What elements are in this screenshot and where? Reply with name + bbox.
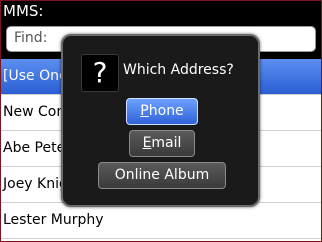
screen-title: MMS: <box>3 2 44 20</box>
which-address-dialog: ? Which Address? Phone Email Online Albu… <box>61 34 260 207</box>
phone-label-rest: hone <box>148 103 184 119</box>
screen: MMS: Find: [Use Once] New Contact Abe Pe… <box>0 0 322 242</box>
email-button[interactable]: Email <box>129 130 195 157</box>
phone-button[interactable]: Phone <box>126 98 198 125</box>
contact-item[interactable]: Lester Murphy <box>1 203 321 239</box>
title-bar: MMS: <box>1 1 321 21</box>
question-icon: ? <box>81 54 119 92</box>
online-album-label: Online Album <box>114 167 210 183</box>
online-album-button[interactable]: Online Album <box>98 162 226 189</box>
email-label-rest: mail <box>151 135 182 151</box>
phone-mnemonic: P <box>140 103 149 119</box>
find-label: Find: <box>14 30 48 46</box>
contact-name: Lester Murphy <box>3 212 104 228</box>
dialog-prompt: Which Address? <box>123 62 234 78</box>
